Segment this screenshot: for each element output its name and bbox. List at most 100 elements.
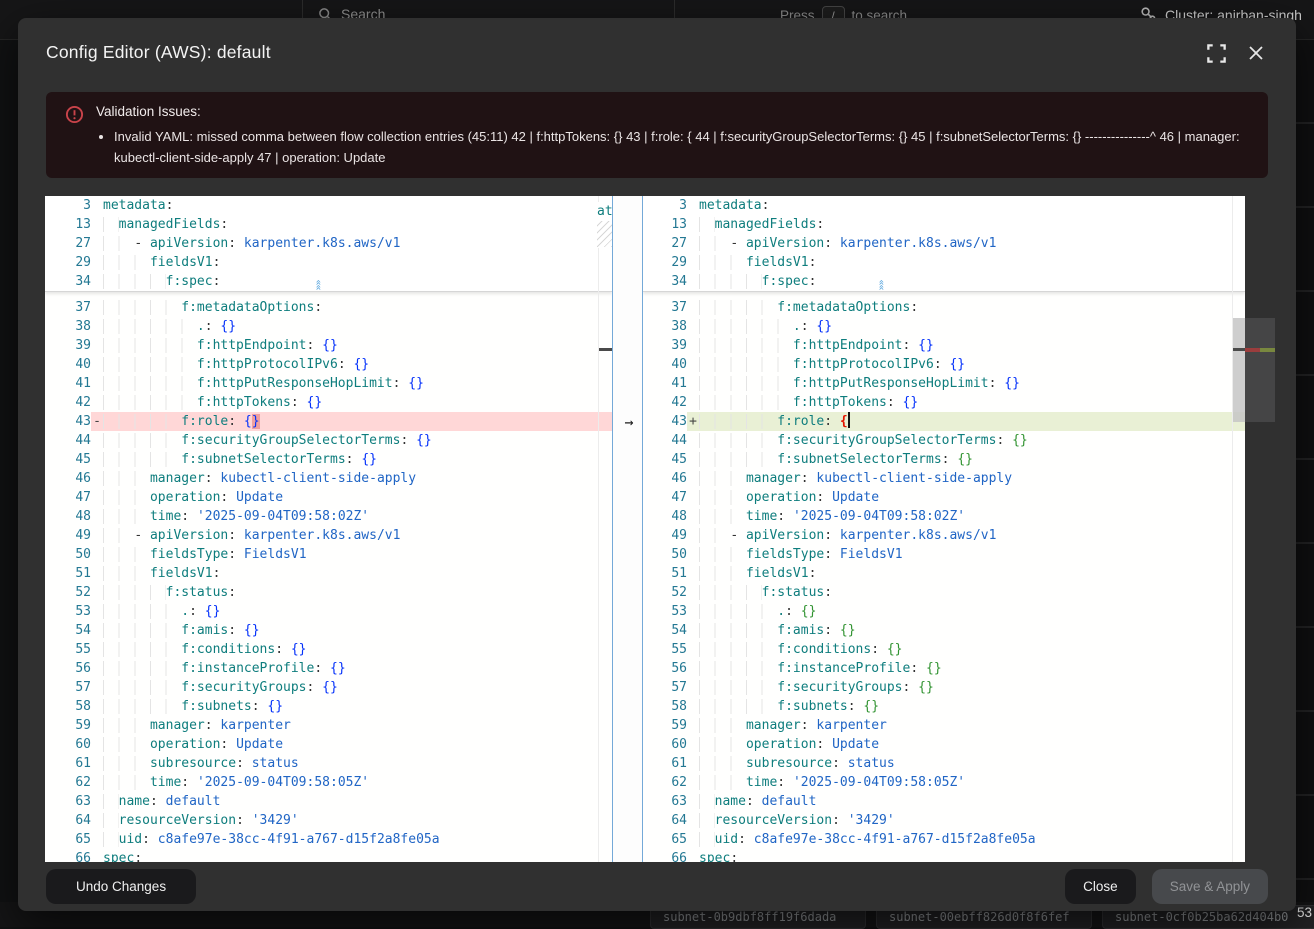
line-number[interactable]: 45 <box>643 450 687 469</box>
code-line[interactable]: 37 f:metadataOptions: <box>45 298 612 317</box>
diff-overview-margin[interactable] <box>1245 196 1279 862</box>
code-line[interactable]: 50 fieldsType: FieldsV1 <box>45 545 612 564</box>
line-number[interactable]: 44 <box>45 431 91 450</box>
code-line[interactable]: 39 f:httpEndpoint: {} <box>643 336 1245 355</box>
line-number[interactable]: 29 <box>643 253 687 272</box>
code-line[interactable]: 40 f:httpProtocolIPv6: {} <box>45 355 612 374</box>
line-number[interactable]: 57 <box>45 678 91 697</box>
code-line[interactable]: 41 f:httpPutResponseHopLimit: {} <box>643 374 1245 393</box>
overview-viewport-slider[interactable] <box>1245 318 1275 422</box>
line-number[interactable]: 39 <box>45 336 91 355</box>
code-line[interactable]: 43+ f:role: { <box>643 412 1245 431</box>
line-number[interactable]: 52 <box>643 583 687 602</box>
sticky-line[interactable]: 29 fieldsV1: <box>643 253 1245 272</box>
code-line[interactable]: 42 f:httpTokens: {} <box>45 393 612 412</box>
code-line[interactable]: 38 .: {} <box>45 317 612 336</box>
code-line[interactable]: 51 fieldsV1: <box>643 564 1245 583</box>
original-editor-pane[interactable]: 3metadata:13 managedFields:27 - apiVersi… <box>45 196 612 862</box>
code-line[interactable]: 45 f:subnetSelectorTerms: {} <box>643 450 1245 469</box>
line-number[interactable]: 62 <box>643 773 687 792</box>
code-line[interactable]: 53 .: {} <box>643 602 1245 621</box>
line-number[interactable]: 41 <box>45 374 91 393</box>
code-line[interactable]: 56 f:instanceProfile: {} <box>45 659 612 678</box>
code-line[interactable]: 41 f:httpPutResponseHopLimit: {} <box>45 374 612 393</box>
line-number[interactable]: 44 <box>643 431 687 450</box>
sticky-line[interactable]: 34 f:spec: <box>45 272 612 291</box>
code-line[interactable]: 56 f:instanceProfile: {} <box>643 659 1245 678</box>
code-line[interactable]: 38 .: {} <box>643 317 1245 336</box>
code-line[interactable]: 46 manager: kubectl-client-side-apply <box>45 469 612 488</box>
line-number[interactable]: 37 <box>45 298 91 317</box>
sticky-line[interactable]: 27 - apiVersion: karpenter.k8s.aws/v1 <box>45 234 612 253</box>
code-line[interactable]: 57 f:securityGroups: {} <box>643 678 1245 697</box>
code-line[interactable]: 55 f:conditions: {} <box>45 640 612 659</box>
sticky-line[interactable]: 13 managedFields: <box>45 215 612 234</box>
code-line[interactable]: 61 subresource: status <box>45 754 612 773</box>
line-number[interactable]: 59 <box>45 716 91 735</box>
code-line[interactable]: 55 f:conditions: {} <box>643 640 1245 659</box>
code-line[interactable]: 57 f:securityGroups: {} <box>45 678 612 697</box>
line-number[interactable]: 42 <box>45 393 91 412</box>
code-line[interactable]: 59 manager: karpenter <box>643 716 1245 735</box>
fullscreen-button[interactable] <box>1205 42 1227 64</box>
line-number[interactable]: 27 <box>45 234 91 253</box>
left-overview-ruler[interactable]: at <box>598 196 612 862</box>
save-apply-button[interactable]: Save & Apply <box>1152 869 1268 904</box>
line-number[interactable]: 53 <box>643 602 687 621</box>
sticky-line[interactable]: 34 f:spec: <box>643 272 1245 291</box>
code-line[interactable]: 61 subresource: status <box>643 754 1245 773</box>
code-line[interactable]: 52 f:status: <box>643 583 1245 602</box>
line-number[interactable]: 41 <box>643 374 687 393</box>
modified-editor-pane[interactable]: 3metadata:13 managedFields:27 - apiVersi… <box>643 196 1245 862</box>
line-number[interactable]: 34 <box>643 272 687 291</box>
code-line[interactable]: 40 f:httpProtocolIPv6: {} <box>643 355 1245 374</box>
line-number[interactable]: 49 <box>45 526 91 545</box>
line-number[interactable]: 50 <box>643 545 687 564</box>
line-number[interactable]: 29 <box>45 253 91 272</box>
line-number[interactable]: 63 <box>45 792 91 811</box>
line-number[interactable]: 60 <box>643 735 687 754</box>
line-number[interactable]: 13 <box>643 215 687 234</box>
line-number[interactable]: 55 <box>643 640 687 659</box>
sticky-line[interactable]: 3metadata: <box>643 196 1245 215</box>
line-number[interactable]: 38 <box>45 317 91 336</box>
close-footer-button[interactable]: Close <box>1065 869 1136 904</box>
undo-changes-button[interactable]: Undo Changes <box>46 869 196 904</box>
line-number[interactable]: 47 <box>45 488 91 507</box>
code-line[interactable]: 51 fieldsV1: <box>45 564 612 583</box>
sticky-line[interactable]: 13 managedFields: <box>643 215 1245 234</box>
code-line[interactable]: 45 f:subnetSelectorTerms: {} <box>45 450 612 469</box>
code-line[interactable]: 60 operation: Update <box>45 735 612 754</box>
code-line[interactable]: 58 f:subnets: {} <box>643 697 1245 716</box>
code-line[interactable]: 47 operation: Update <box>45 488 612 507</box>
code-line[interactable]: 48 time: '2025-09-04T09:58:02Z' <box>643 507 1245 526</box>
line-number[interactable]: 61 <box>45 754 91 773</box>
code-line[interactable]: 65 uid: c8afe97e-38cc-4f91-a767-d15f2a8f… <box>45 830 612 849</box>
code-line[interactable]: 63 name: default <box>643 792 1245 811</box>
line-number[interactable]: 27 <box>643 234 687 253</box>
code-line[interactable]: 62 time: '2025-09-04T09:58:05Z' <box>45 773 612 792</box>
line-number[interactable]: 47 <box>643 488 687 507</box>
line-number[interactable]: 55 <box>45 640 91 659</box>
code-line[interactable]: 50 fieldsType: FieldsV1 <box>643 545 1245 564</box>
line-number[interactable]: 63 <box>643 792 687 811</box>
code-line[interactable]: 62 time: '2025-09-04T09:58:05Z' <box>643 773 1245 792</box>
unfold-region-icon[interactable]: «« <box>313 279 324 289</box>
code-line[interactable]: 54 f:amis: {} <box>45 621 612 640</box>
code-line[interactable]: 54 f:amis: {} <box>643 621 1245 640</box>
code-line[interactable]: 59 manager: karpenter <box>45 716 612 735</box>
line-number[interactable]: 60 <box>45 735 91 754</box>
line-number[interactable]: 42 <box>643 393 687 412</box>
code-line[interactable]: 42 f:httpTokens: {} <box>643 393 1245 412</box>
line-number[interactable]: 45 <box>45 450 91 469</box>
line-number[interactable]: 13 <box>45 215 91 234</box>
code-line[interactable]: 39 f:httpEndpoint: {} <box>45 336 612 355</box>
line-number[interactable]: 50 <box>45 545 91 564</box>
line-number[interactable]: 51 <box>643 564 687 583</box>
sticky-line[interactable]: 3metadata: <box>45 196 612 215</box>
code-line[interactable]: 49 - apiVersion: karpenter.k8s.aws/v1 <box>643 526 1245 545</box>
line-number[interactable]: 39 <box>643 336 687 355</box>
line-number[interactable]: 54 <box>45 621 91 640</box>
line-number[interactable]: 48 <box>45 507 91 526</box>
code-line[interactable]: 43- f:role: {} <box>45 412 612 431</box>
